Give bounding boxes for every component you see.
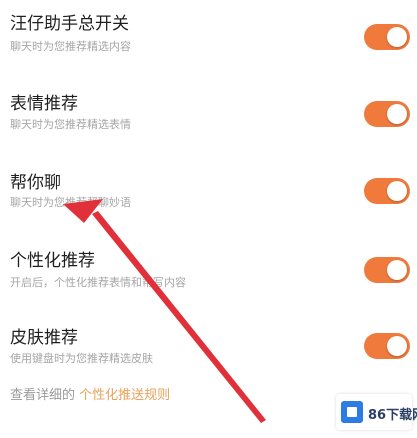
watermark-text: 86下载网 [368,408,417,423]
setting-description: 使用键盘时为您推荐精选皮肤 [10,352,153,365]
toggle-knob [387,336,407,356]
toggle-knob [387,181,407,201]
setting-title: 个性化推荐 [10,251,95,271]
watermark-icon [341,401,363,423]
emoji-recommendation-toggle[interactable] [364,101,410,127]
toggle-knob [387,260,407,280]
assistant-master-toggle[interactable] [364,24,410,50]
setting-title: 汪仔助手总开关 [10,14,129,34]
skin-recommendation-toggle[interactable] [364,333,410,359]
toggle-knob [387,27,407,47]
setting-description: 聊天时为您推荐精选内容 [10,40,131,53]
setting-description: 开启后，个性化推荐表情和帮写内容 [10,276,186,289]
setting-title: 表情推荐 [10,94,78,114]
toggle-knob [387,104,407,124]
footer-text: 查看详细的 个性化推送规则 [10,387,170,405]
annotation-arrow [63,199,266,423]
setting-description: 聊天时为您推荐帮聊妙语 [10,196,131,209]
personalized-recommendation-toggle[interactable] [364,257,410,283]
setting-title: 皮肤推荐 [10,328,78,348]
setting-description: 聊天时为您推荐精选表情 [10,118,131,131]
watermark-logo: 86下载网 [336,394,417,430]
personalized-rules-link[interactable]: 个性化推送规则 [79,388,170,403]
chat-helper-toggle[interactable] [364,178,410,204]
setting-title: 帮你聊 [10,173,61,193]
footer-prefix: 查看详细的 [10,388,76,403]
